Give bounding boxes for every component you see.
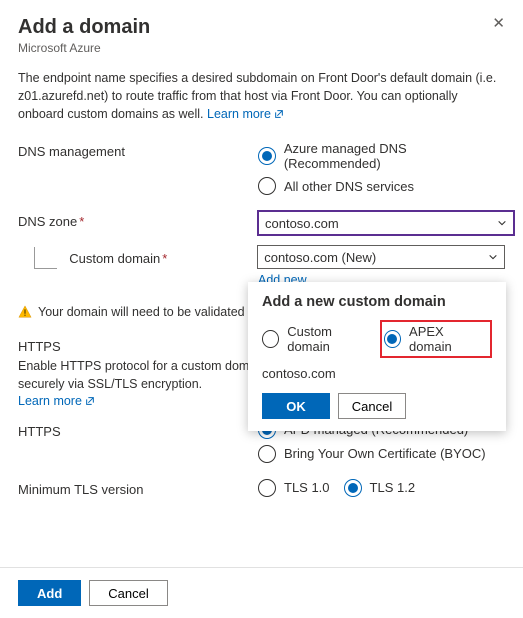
radio-icon xyxy=(258,147,276,165)
popup-title: Add a new custom domain xyxy=(262,294,492,310)
dns-zone-select[interactable]: contoso.com xyxy=(258,211,514,235)
radio-icon xyxy=(258,479,276,497)
tls-label: Minimum TLS version xyxy=(18,479,258,497)
custom-domain-label: Custom domain* xyxy=(69,251,257,269)
chevron-down-icon xyxy=(488,252,498,262)
dns-management-label: DNS management xyxy=(18,141,258,159)
tree-connector xyxy=(34,247,57,269)
chevron-down-icon xyxy=(497,218,507,228)
popup-ok-button[interactable]: OK xyxy=(262,393,330,419)
popup-domain-text: contoso.com xyxy=(262,366,492,381)
dns-zone-label: DNS zone* xyxy=(18,211,258,229)
footer-bar: Add Cancel xyxy=(0,567,523,618)
https-label: HTTPS xyxy=(18,421,258,439)
dns-mgmt-other-option[interactable]: All other DNS services xyxy=(258,177,505,195)
radio-icon xyxy=(258,177,276,195)
description-text: The endpoint name specifies a desired su… xyxy=(18,69,505,123)
https-learn-more-link[interactable]: Learn more xyxy=(18,394,95,408)
warning-icon xyxy=(18,305,32,319)
popup-cancel-button[interactable]: Cancel xyxy=(338,393,406,419)
tls-12-option[interactable]: TLS 1.2 xyxy=(344,479,416,497)
radio-icon xyxy=(262,330,279,348)
dns-mgmt-azure-option[interactable]: Azure managed DNS (Recommended) xyxy=(258,141,505,171)
popup-apex-option[interactable]: APEX domain xyxy=(384,324,486,354)
page-title: Add a domain xyxy=(18,16,505,39)
radio-icon xyxy=(344,479,362,497)
external-link-icon xyxy=(85,396,95,406)
radio-icon xyxy=(258,445,276,463)
https-byoc-option[interactable]: Bring Your Own Certificate (BYOC) xyxy=(258,445,505,463)
page-subtitle: Microsoft Azure xyxy=(18,41,505,55)
external-link-icon xyxy=(274,109,284,119)
custom-domain-select[interactable]: contoso.com (New) xyxy=(257,245,505,269)
add-custom-domain-popup: Add a new custom domain Custom domain AP… xyxy=(248,282,506,431)
cancel-button[interactable]: Cancel xyxy=(89,580,167,606)
learn-more-link[interactable]: Learn more xyxy=(207,107,284,121)
radio-icon xyxy=(384,330,401,348)
apex-highlight: APEX domain xyxy=(380,320,492,358)
add-button[interactable]: Add xyxy=(18,580,81,606)
close-icon[interactable]: ✕ xyxy=(492,14,505,32)
tls-10-option[interactable]: TLS 1.0 xyxy=(258,479,330,497)
popup-custom-option[interactable]: Custom domain xyxy=(262,324,374,354)
